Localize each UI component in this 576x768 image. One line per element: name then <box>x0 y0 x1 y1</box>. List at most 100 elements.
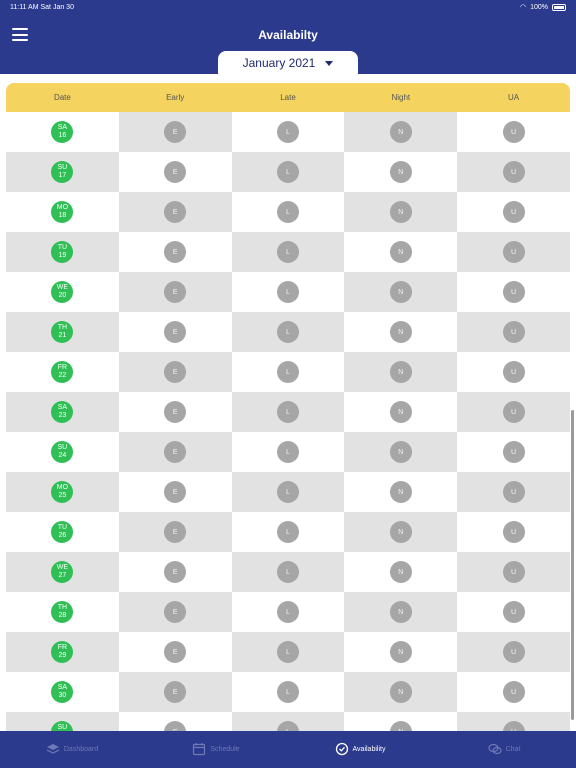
night-slot-button[interactable]: N <box>389 161 412 183</box>
ua-slot-button[interactable]: U <box>502 601 525 623</box>
night-slot-button[interactable]: N <box>389 321 412 343</box>
date-badge[interactable]: MO 18 <box>51 201 74 223</box>
date-badge[interactable]: FR 22 <box>51 361 74 383</box>
ua-slot-button[interactable]: U <box>502 521 525 543</box>
early-slot-button[interactable]: E <box>164 681 187 703</box>
status-time: 11:11 AM <box>10 3 39 11</box>
late-slot-button[interactable]: L <box>276 601 299 623</box>
tab-chat[interactable]: Chat <box>432 731 576 768</box>
late-slot-button[interactable]: L <box>276 441 299 463</box>
night-slot-button[interactable]: N <box>389 481 412 503</box>
late-slot-button[interactable]: L <box>276 361 299 383</box>
date-badge[interactable]: TU 26 <box>51 521 74 543</box>
late-slot-button[interactable]: L <box>276 121 299 143</box>
early-slot-button[interactable]: E <box>164 401 187 423</box>
night-slot-button[interactable]: N <box>389 361 412 383</box>
late-slot-button[interactable]: L <box>276 201 299 223</box>
date-badge[interactable]: TH 21 <box>51 321 74 343</box>
late-slot-button[interactable]: L <box>276 721 299 731</box>
late-slot-button[interactable]: L <box>276 161 299 183</box>
date-badge[interactable]: SA 16 <box>51 121 74 143</box>
early-cell: E <box>118 592 232 632</box>
bottom-tab-bar: Dashboard Schedule Availability Chat <box>0 731 576 768</box>
late-slot-button[interactable]: L <box>276 241 299 263</box>
early-slot-button[interactable]: E <box>164 441 187 463</box>
late-slot-button[interactable]: L <box>276 321 299 343</box>
night-slot-button[interactable]: N <box>389 281 412 303</box>
early-slot-button[interactable]: E <box>164 121 187 143</box>
date-cell: WE 27 <box>6 552 119 592</box>
tab-availability[interactable]: Availability <box>288 731 432 768</box>
date-weekday: TU <box>57 524 68 531</box>
late-slot-button[interactable]: L <box>276 681 299 703</box>
night-slot-button[interactable]: N <box>389 401 412 423</box>
date-weekday: SA <box>57 124 68 131</box>
ua-slot-button[interactable]: U <box>502 641 525 663</box>
early-slot-button[interactable]: E <box>164 281 187 303</box>
early-slot-button[interactable]: E <box>164 161 187 183</box>
night-slot-button[interactable]: N <box>389 681 412 703</box>
ua-slot-button[interactable]: U <box>502 441 525 463</box>
date-badge[interactable]: TU 19 <box>51 241 74 263</box>
table-row: SU 17 E L N U <box>6 152 570 192</box>
late-slot-button[interactable]: L <box>276 401 299 423</box>
availability-table: SA 16 E L N U SU 17 E L N U MO 18 E L N U TU 19 E L N U WE 20 E L N U… <box>6 112 570 731</box>
ua-slot-button[interactable]: U <box>502 681 525 703</box>
scrollbar[interactable] <box>571 410 574 720</box>
date-weekday: TH <box>57 604 68 611</box>
date-badge[interactable]: WE 27 <box>51 561 74 583</box>
night-slot-button[interactable]: N <box>389 201 412 223</box>
night-slot-button[interactable]: N <box>389 441 412 463</box>
late-slot-button[interactable]: L <box>276 481 299 503</box>
night-slot-button[interactable]: N <box>389 521 412 543</box>
ua-slot-button[interactable]: U <box>502 401 525 423</box>
early-slot-button[interactable]: E <box>164 601 187 623</box>
ua-slot-button[interactable]: U <box>502 121 525 143</box>
early-slot-button[interactable]: E <box>164 241 187 263</box>
ua-slot-button[interactable]: U <box>502 481 525 503</box>
date-badge[interactable]: MO 25 <box>51 481 74 503</box>
night-slot-button[interactable]: N <box>389 641 412 663</box>
date-badge[interactable]: FR 29 <box>51 641 74 663</box>
late-slot-button[interactable]: L <box>276 561 299 583</box>
late-slot-button[interactable]: L <box>276 281 299 303</box>
night-slot-button[interactable]: N <box>389 121 412 143</box>
date-badge[interactable]: SU 17 <box>51 161 74 183</box>
night-slot-button[interactable]: N <box>389 241 412 263</box>
ua-slot-button[interactable]: U <box>502 201 525 223</box>
date-badge[interactable]: WE 20 <box>51 281 74 303</box>
date-badge[interactable]: TH 28 <box>51 601 74 623</box>
early-slot-button[interactable]: E <box>164 361 187 383</box>
ua-slot-button[interactable]: U <box>502 721 525 731</box>
ua-slot-button[interactable]: U <box>502 241 525 263</box>
date-number: 20 <box>58 292 67 299</box>
early-slot-button[interactable]: E <box>164 201 187 223</box>
ua-slot-button[interactable]: U <box>502 321 525 343</box>
late-slot-button[interactable]: L <box>276 521 299 543</box>
early-cell: E <box>118 712 232 731</box>
date-badge[interactable]: SU31 <box>51 721 74 731</box>
early-slot-button[interactable]: E <box>164 321 187 343</box>
early-cell: E <box>118 512 232 552</box>
early-slot-button[interactable]: E <box>164 721 187 731</box>
date-badge[interactable]: SA 23 <box>51 401 74 423</box>
early-slot-button[interactable]: E <box>164 481 187 503</box>
date-badge[interactable]: SU 24 <box>51 441 74 463</box>
tab-dashboard[interactable]: Dashboard <box>0 731 144 768</box>
tab-schedule[interactable]: Schedule <box>144 731 288 768</box>
month-dropdown[interactable]: January 2021 <box>218 51 358 75</box>
ua-cell: U <box>457 152 570 192</box>
ua-slot-button[interactable]: U <box>502 561 525 583</box>
ua-slot-button[interactable]: U <box>502 281 525 303</box>
night-slot-button[interactable]: N <box>389 601 412 623</box>
late-slot-button[interactable]: L <box>276 641 299 663</box>
ua-slot-button[interactable]: U <box>502 361 525 383</box>
early-slot-button[interactable]: E <box>164 561 187 583</box>
ua-slot-button[interactable]: U <box>502 161 525 183</box>
night-slot-button[interactable]: N <box>389 561 412 583</box>
early-slot-button[interactable]: E <box>164 521 187 543</box>
early-slot-button[interactable]: E <box>164 641 187 663</box>
night-cell: N <box>344 392 458 432</box>
night-slot-button[interactable]: N <box>389 721 412 731</box>
date-badge[interactable]: SA 30 <box>51 681 74 703</box>
